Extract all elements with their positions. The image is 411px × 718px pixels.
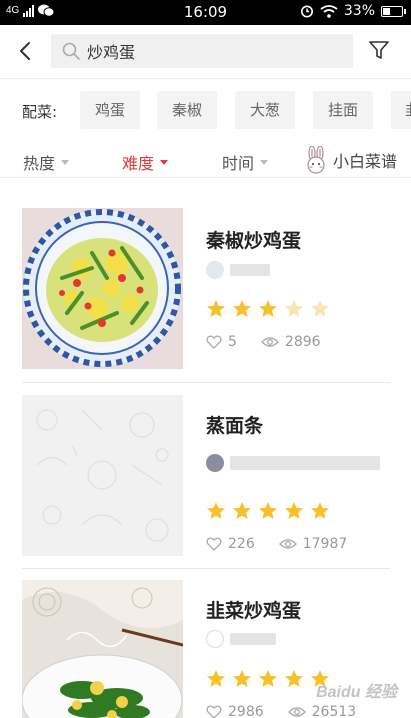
star-empty-icon (311, 300, 329, 317)
recipe-photo (22, 580, 183, 718)
recipe-stats: 5 2896 (206, 334, 321, 350)
ingredient-chip[interactable]: 鸡蛋 (80, 91, 140, 129)
like-count: 5 (228, 334, 237, 350)
recipe-photo (22, 208, 183, 369)
avatar (206, 630, 224, 648)
rating-stars (206, 299, 330, 319)
recipe-title: 韭菜炒鸡蛋 (206, 600, 302, 622)
star-filled-icon (259, 670, 277, 687)
recipe-author (206, 630, 276, 648)
beginner-recipes-toggle[interactable]: 小白菜谱 (305, 146, 397, 174)
recipe-title: 蒸面条 (206, 415, 264, 437)
sort-label: 时间 (222, 154, 255, 173)
view-count: 26513 (311, 704, 357, 718)
eye-icon (287, 707, 306, 717)
like-count: 2986 (228, 704, 264, 718)
eye-icon (278, 539, 297, 549)
star-filled-icon (233, 502, 251, 519)
watermark: Baidu 经验 (316, 684, 397, 701)
ingredient-chip[interactable]: 大葱 (235, 91, 295, 129)
star-filled-icon (233, 300, 251, 317)
star-filled-icon (259, 502, 277, 519)
dropdown-triangle-icon (160, 159, 169, 165)
sort-label: 难度 (122, 154, 155, 173)
divider (22, 568, 390, 569)
star-filled-icon (207, 670, 225, 687)
author-name-redacted (230, 633, 276, 645)
ingredient-chip[interactable]: 韭 (391, 91, 411, 129)
star-filled-icon (285, 670, 303, 687)
search-box[interactable] (51, 34, 353, 68)
status-right: 33% (300, 3, 406, 19)
author-name-redacted (230, 264, 270, 276)
star-filled-icon (207, 300, 225, 317)
alarm-icon (300, 5, 313, 18)
battery-percent: 33% (343, 3, 375, 19)
rating-stars (206, 669, 330, 689)
divider (22, 382, 390, 383)
sort-popularity[interactable]: 热度 (23, 150, 70, 174)
beginner-label: 小白菜谱 (333, 152, 398, 171)
status-bar: 4G 16:09 33% (0, 0, 411, 25)
heart-icon (206, 705, 222, 718)
star-filled-icon (285, 502, 303, 519)
back-arrow-icon[interactable] (14, 39, 38, 63)
recipe-title: 秦椒炒鸡蛋 (206, 230, 302, 252)
sort-bar: 热度 难度 时间 小白菜谱 (0, 144, 411, 178)
search-input[interactable] (87, 34, 337, 68)
heart-icon (206, 537, 222, 551)
ingredient-filter-row: 配菜: 鸡蛋 秦椒 大葱 挂面 韭 (0, 91, 411, 131)
ingredient-chip[interactable]: 挂面 (313, 91, 373, 129)
recipe-author (206, 261, 270, 279)
author-name-redacted (230, 456, 380, 470)
wifi-icon (320, 4, 338, 18)
search-header (0, 25, 411, 79)
star-empty-icon (285, 300, 303, 317)
recipe-author (206, 454, 380, 472)
star-filled-icon (207, 502, 225, 519)
view-count: 2896 (284, 334, 321, 350)
sort-difficulty[interactable]: 难度 (122, 150, 169, 174)
heart-icon (206, 335, 222, 349)
recipe-stats: 2986 26513 (206, 704, 356, 718)
recipe-stats: 226 17987 (206, 536, 347, 552)
recipe-photo-placeholder (22, 395, 183, 556)
star-filled-icon (259, 300, 277, 317)
view-count: 17987 (302, 536, 348, 552)
dropdown-triangle-icon (61, 159, 70, 165)
sort-label: 热度 (23, 154, 56, 173)
rating-stars (206, 501, 330, 521)
like-count: 226 (228, 536, 255, 552)
star-filled-icon (311, 502, 329, 519)
bunny-icon (307, 146, 325, 174)
avatar (206, 454, 224, 472)
filter-icon[interactable] (368, 39, 390, 61)
avatar (206, 261, 224, 279)
star-filled-icon (233, 670, 251, 687)
battery-icon (381, 5, 406, 17)
sort-time[interactable]: 时间 (222, 150, 269, 174)
search-icon (62, 42, 80, 60)
ingredient-label: 配菜: (22, 103, 58, 121)
ingredient-chip[interactable]: 秦椒 (157, 91, 217, 129)
dropdown-triangle-icon (260, 159, 269, 165)
eye-icon (261, 337, 279, 347)
